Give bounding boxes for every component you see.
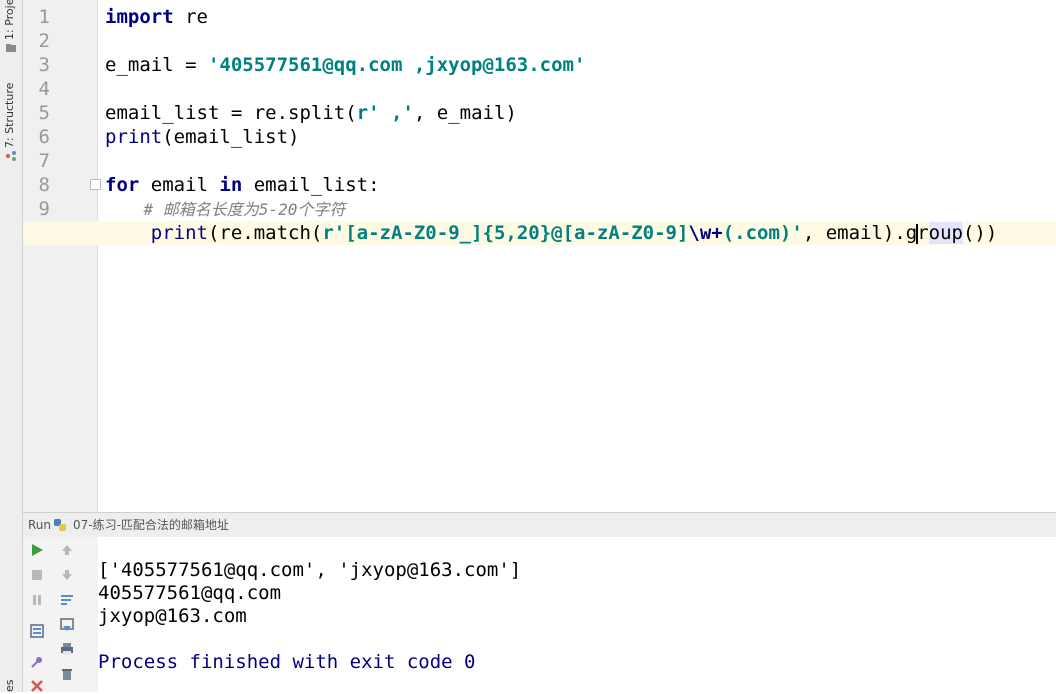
code-text: (re.match( <box>207 222 323 244</box>
code-text: r <box>917 222 929 244</box>
keyword: in <box>219 174 243 196</box>
soft-wrap-icon[interactable] <box>59 592 75 608</box>
highlighted-identifier: oup <box>928 222 963 244</box>
string-literal: '405577561@qq.com ,jxyop@163.com' <box>207 54 586 76</box>
string-literal: r'[a-zA-Z0-9_]{5,20}@[a-zA-Z0-9] <box>322 222 689 244</box>
line-number: 4 <box>38 78 50 100</box>
code-line-9[interactable]: # 邮箱名长度为5-20个字符 <box>105 197 346 221</box>
console-output-line: ['405577561@qq.com', 'jxyop@163.com'] <box>98 559 522 581</box>
string-literal: (.com)' <box>722 222 803 244</box>
comment: # 邮箱名长度为5-20个字符 <box>105 200 346 219</box>
project-tab[interactable]: 1: Proje <box>3 0 16 40</box>
code-text: ()) <box>962 222 998 244</box>
line-number: 1 <box>38 6 50 28</box>
code-line-1[interactable]: import re <box>105 5 208 29</box>
print-icon[interactable] <box>59 641 75 657</box>
process-exit-message: Process finished with exit code 0 <box>98 651 476 673</box>
code-text: email_list: <box>242 174 380 196</box>
stop-icon[interactable] <box>29 567 45 583</box>
builtin-function: print <box>150 222 208 244</box>
line-number: 6 <box>38 126 50 148</box>
code-text: email_list = re.split( <box>105 102 357 124</box>
structure-tab[interactable]: 7: Structure <box>3 78 16 148</box>
left-tool-strip: 1: Proje 7: Structure es <box>0 0 23 692</box>
string-literal: r' ,' <box>356 102 414 124</box>
layout-icon[interactable] <box>29 623 45 639</box>
line-number: 3 <box>38 54 50 76</box>
line-number: 7 <box>38 150 50 172</box>
fold-marker[interactable] <box>90 179 101 190</box>
down-arrow-icon[interactable] <box>59 567 75 583</box>
code-text: e_mail = <box>105 54 208 76</box>
folder-icon <box>6 44 16 52</box>
keyword: import <box>105 6 174 28</box>
code-line-8[interactable]: for email in email_list: <box>105 173 380 197</box>
code-text: re <box>173 6 208 28</box>
line-number: 9 <box>38 198 50 220</box>
python-icon <box>54 519 66 531</box>
up-arrow-icon[interactable] <box>59 542 75 558</box>
code-line-3[interactable]: e_mail = '405577561@qq.com ,jxyop@163.co… <box>105 53 585 77</box>
rerun-icon[interactable] <box>29 542 45 558</box>
console-output-line: jxyop@163.com <box>98 605 247 627</box>
bottom-tab[interactable]: es <box>3 676 16 693</box>
regex-escape: \w+ <box>688 222 723 244</box>
run-label[interactable]: Run <box>28 513 51 537</box>
code-text: (email_list) <box>162 126 300 148</box>
code-text: , email).g <box>802 222 918 244</box>
line-number: 2 <box>38 30 50 52</box>
run-config-name[interactable]: 07-练习-匹配合法的邮箱地址 <box>73 513 229 537</box>
scroll-to-end-icon[interactable] <box>59 617 75 633</box>
keyword: for <box>105 174 140 196</box>
code-text: , e_mail) <box>413 102 517 124</box>
line-number: 8 <box>38 174 50 196</box>
builtin-function: print <box>105 126 163 148</box>
run-console[interactable]: ['405577561@qq.com', 'jxyop@163.com'] 40… <box>98 537 1056 692</box>
code-editor[interactable]: 1 2 3 4 5 6 7 8 9 10 import re e_mail = … <box>23 0 1056 512</box>
code-text: email <box>139 174 220 196</box>
run-toolbar <box>23 537 99 692</box>
code-line-5[interactable]: email_list = re.split(r' ,', e_mail) <box>105 101 517 125</box>
structure-icon <box>6 151 16 161</box>
code-line-6[interactable]: print(email_list) <box>105 125 299 149</box>
trash-icon[interactable] <box>59 666 75 682</box>
run-panel-header: Run 07-练习-匹配合法的邮箱地址 <box>23 512 1056 538</box>
console-output-line: 405577561@qq.com <box>98 582 282 604</box>
pin-icon[interactable] <box>29 654 45 670</box>
line-gutter: 1 2 3 4 5 6 7 8 9 10 <box>23 0 101 512</box>
line-number: 5 <box>38 102 50 124</box>
pause-icon[interactable] <box>29 592 45 608</box>
code-line-10[interactable]: print(re.match(r'[a-zA-Z0-9_]{5,20}@[a-z… <box>105 221 997 245</box>
